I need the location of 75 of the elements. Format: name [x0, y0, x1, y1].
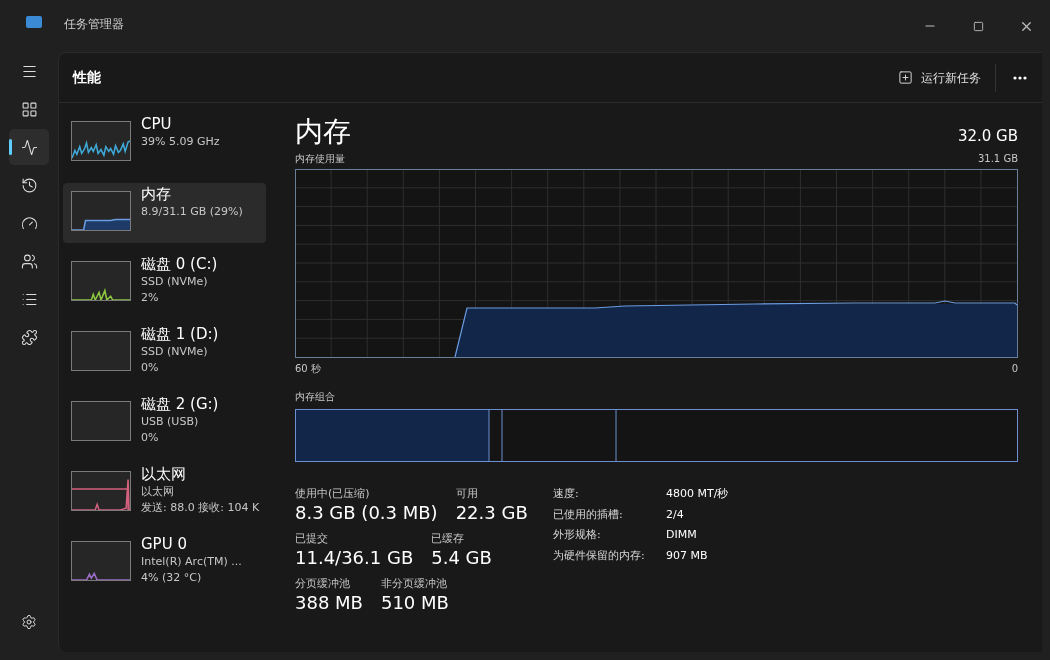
device-detail: 4% (32 °C): [141, 570, 203, 586]
mini-graph: [71, 121, 131, 161]
gauge-icon: [20, 214, 38, 232]
spec-label: 为硬件保留的内存:: [553, 547, 646, 564]
device-item[interactable]: 内存 8.9/31.1 GB (29%): [63, 183, 266, 243]
device-item[interactable]: 磁盘 0 (C:) SSD (NVMe) 2%: [63, 253, 266, 313]
device-item[interactable]: 磁盘 1 (D:) SSD (NVMe) 0%: [63, 323, 266, 383]
spec-label: 速度:: [553, 486, 580, 502]
new-task-icon: [898, 70, 913, 85]
device-detail: 发送: 88.0 接收: 104 K: [141, 500, 260, 516]
grid-icon: [20, 100, 38, 118]
mini-graph: [71, 401, 131, 441]
stat-label: 使用中(已压缩): [295, 486, 371, 501]
device-name: 以太网: [141, 465, 187, 484]
device-detail: SSD (NVMe): [141, 344, 209, 360]
device-item[interactable]: 以太网 以太网 发送: 88.0 接收: 104 K: [63, 463, 266, 523]
maximize-icon: [972, 20, 984, 32]
spec-label: 外形规格:: [553, 527, 602, 543]
puzzle-icon: [20, 328, 38, 346]
device-name: GPU 0: [141, 535, 188, 554]
device-name: 磁盘 1 (D:): [141, 325, 219, 344]
pulse-icon: [20, 138, 38, 156]
stat-label: 非分页缓冲池: [380, 576, 448, 591]
device-detail: 8.9/31.1 GB (29%): [141, 204, 243, 220]
stat-value: 22.3 GB: [455, 501, 528, 525]
mini-graph: [71, 261, 131, 301]
device-detail: 0%: [141, 360, 160, 376]
more-icon: [1013, 75, 1027, 80]
mini-graph: [71, 191, 131, 231]
nav-button[interactable]: [9, 129, 49, 165]
spec-label: 已使用的插槽:: [553, 506, 624, 523]
device-detail: USB (USB): [141, 414, 200, 430]
axis-label: 0: [1011, 362, 1018, 376]
stat-label: 分页缓冲池: [295, 576, 351, 591]
device-name: 磁盘 2 (G:): [141, 395, 219, 414]
spec-value: 907 MB: [666, 547, 709, 564]
device-item[interactable]: CPU 39% 5.09 GHz: [63, 113, 266, 173]
settings-icon: [21, 614, 37, 630]
device-name: 内存: [141, 185, 172, 204]
users-icon: [20, 252, 38, 270]
stat-value: 510 MB: [380, 591, 449, 615]
stat-value: 5.4 GB: [431, 546, 492, 570]
device-detail: 0%: [141, 430, 160, 446]
chart-label: 内存使用量: [295, 152, 345, 166]
stat-value: 8.3 GB (0.3 MB): [295, 501, 438, 525]
stat-value: 388 MB: [295, 591, 363, 615]
stat-label: 已缓存: [431, 531, 466, 546]
mini-graph: [71, 331, 131, 371]
spec-value: 2/4: [666, 506, 685, 523]
detail-title: 内存: [295, 115, 351, 149]
spec-value: DIMM: [666, 527, 698, 543]
device-detail: SSD (NVMe): [141, 274, 209, 290]
mini-graph: [71, 541, 131, 581]
total-memory: 32.0 GB: [957, 125, 1018, 147]
spec-value: 4800 MT/秒: [666, 486, 729, 502]
chart-max-label: 31.1 GB: [977, 152, 1018, 166]
device-name: 磁盘 0 (C:): [141, 255, 218, 274]
device-name: CPU: [141, 115, 173, 134]
stat-value: 11.4/36.1 GB: [295, 546, 414, 570]
mini-graph: [71, 471, 131, 511]
device-detail: 39% 5.09 GHz: [141, 134, 220, 150]
device-detail: 以太网: [141, 484, 175, 500]
history-icon: [20, 176, 38, 194]
composition-label: 内存组合: [295, 390, 336, 404]
run-new-task-button[interactable]: 运行新任务: [890, 61, 989, 94]
window-title: 任务管理器: [64, 16, 124, 33]
device-detail: 2%: [141, 290, 160, 306]
device-item[interactable]: 磁盘 2 (G:) USB (USB) 0%: [63, 393, 266, 453]
app-logo-icon: [26, 16, 42, 28]
device-item[interactable]: GPU 0 Intel(R) Arc(TM) ... 4% (32 °C): [63, 533, 266, 593]
stat-label: 已提交: [295, 531, 329, 546]
stat-label: 可用: [455, 486, 479, 501]
axis-label: 60 秒: [295, 362, 321, 376]
page-title: 性能: [73, 68, 101, 87]
device-detail: Intel(R) Arc(TM) ...: [141, 554, 242, 570]
